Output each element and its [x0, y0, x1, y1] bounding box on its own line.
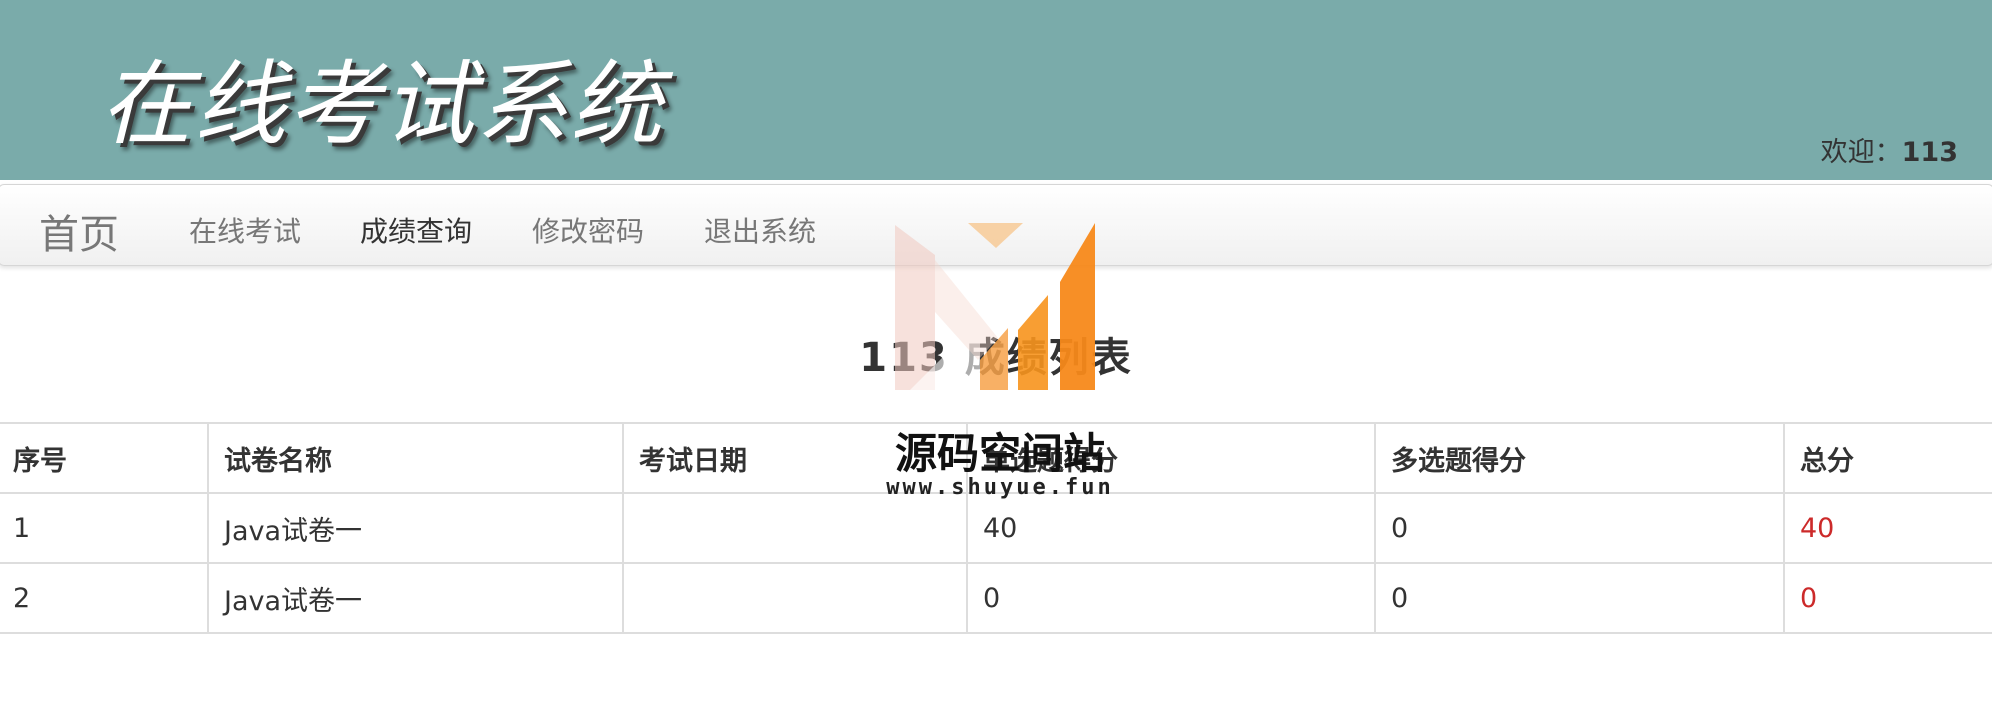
- page-title: 113 成绩列表: [859, 335, 1133, 381]
- cell-single-choice-score: 40: [966, 492, 1376, 564]
- column-header-multi-choice-score: 多选题得分: [1374, 422, 1785, 494]
- cell-index: 1: [0, 492, 209, 564]
- welcome-text: 欢迎：113: [1821, 130, 1958, 169]
- system-title: 在线考试系统: [100, 51, 665, 158]
- cell-multi-choice-score: 0: [1374, 492, 1785, 564]
- column-header-exam-date: 考试日期: [622, 422, 968, 494]
- cell-total-score: 0: [1783, 562, 1992, 634]
- header-banner: 在线考试系统 欢迎：113: [0, 0, 1992, 180]
- column-header-single-choice-score: 单选题得分: [966, 422, 1376, 494]
- welcome-username: 113: [1901, 137, 1958, 168]
- cell-multi-choice-score: 0: [1374, 562, 1785, 634]
- cell-paper-name: Java试卷一: [207, 492, 624, 564]
- nav-home-brand[interactable]: 首页: [39, 202, 119, 260]
- nav-item-score-query[interactable]: 成绩查询: [360, 210, 472, 250]
- nav-item-change-password[interactable]: 修改密码: [532, 210, 644, 250]
- grade-table: 序号 试卷名称 考试日期 单选题得分 多选题得分 总分 1 Java试卷一 40…: [0, 422, 1992, 634]
- welcome-label: 欢迎：: [1820, 137, 1902, 168]
- cell-single-choice-score: 0: [966, 562, 1376, 634]
- cell-index: 2: [0, 562, 209, 634]
- table-row: 1 Java试卷一 40 0 40: [0, 492, 1992, 564]
- column-header-total-score: 总分: [1783, 422, 1992, 494]
- column-header-paper-name: 试卷名称: [207, 422, 624, 494]
- nav-item-logout[interactable]: 退出系统: [704, 210, 816, 250]
- cell-paper-name: Java试卷一: [207, 562, 624, 634]
- cell-total-score: 40: [1783, 492, 1992, 564]
- nav-item-online-exam[interactable]: 在线考试: [189, 210, 301, 250]
- top-navbar: 首页 在线考试 成绩查询 修改密码 退出系统: [0, 184, 1992, 266]
- cell-exam-date: [622, 492, 968, 564]
- column-header-index: 序号: [0, 422, 209, 494]
- table-row: 2 Java试卷一 0 0 0: [0, 562, 1992, 634]
- cell-exam-date: [622, 562, 968, 634]
- table-header-row: 序号 试卷名称 考试日期 单选题得分 多选题得分 总分: [0, 422, 1992, 494]
